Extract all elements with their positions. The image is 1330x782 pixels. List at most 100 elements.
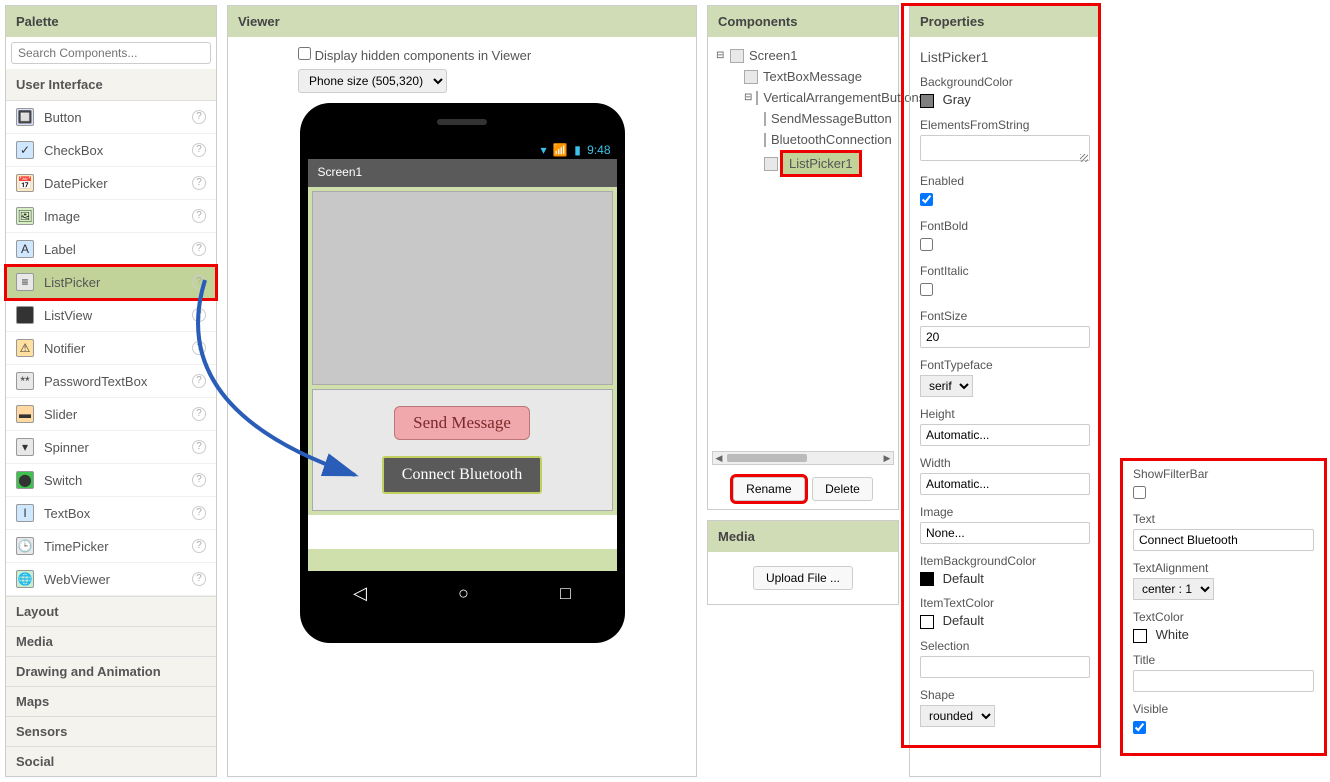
textcolor-swatch[interactable] [1133, 629, 1147, 643]
horizontal-scrollbar[interactable]: ◀▶ [712, 451, 894, 465]
palette-item-datepicker[interactable]: 📅DatePicker? [6, 167, 216, 200]
media-title: Media [708, 521, 898, 552]
search-input[interactable] [11, 42, 211, 64]
datepicker-icon: 📅 [16, 174, 34, 192]
switch-icon: ⬤ [16, 471, 34, 489]
help-icon[interactable]: ? [192, 176, 206, 190]
help-icon[interactable]: ? [192, 308, 206, 322]
rename-button[interactable]: Rename [733, 477, 804, 501]
palette-item-webviewer[interactable]: 🌐WebViewer? [6, 563, 216, 596]
prop-label-selection: Selection [920, 639, 1090, 653]
delete-button[interactable]: Delete [812, 477, 873, 501]
prop-fontbold-checkbox[interactable] [920, 238, 933, 251]
palette-category-media[interactable]: Media [6, 626, 216, 656]
prop-fontsize-input[interactable] [920, 326, 1090, 348]
palette-item-timepicker[interactable]: 🕒TimePicker? [6, 530, 216, 563]
recent-icon[interactable]: □ [560, 583, 571, 604]
prop-label-itembgcolor: ItemBackgroundColor [920, 554, 1090, 568]
prop-text-input[interactable] [1133, 529, 1314, 551]
listview-icon: ≣ [16, 306, 34, 324]
palette-item-button[interactable]: 🔲Button? [6, 101, 216, 134]
help-icon[interactable]: ? [192, 473, 206, 487]
prop-title-input[interactable] [1133, 670, 1314, 692]
prop-enabled-checkbox[interactable] [920, 193, 933, 206]
help-icon[interactable]: ? [192, 572, 206, 586]
prop-textcolor-value[interactable]: White [1156, 627, 1189, 642]
itemtextcolor-swatch[interactable] [920, 615, 934, 629]
tree-vertical-arrangement[interactable]: VerticalArrangementButtons [763, 90, 925, 105]
prop-visible-checkbox[interactable] [1133, 721, 1146, 734]
palette-item-image[interactable]: 🖼Image? [6, 200, 216, 233]
prop-bgcolor-value[interactable]: Gray [943, 92, 971, 107]
expand-icon[interactable]: ⊟ [716, 50, 726, 61]
palette-panel: Palette User Interface 🔲Button?✓CheckBox… [5, 5, 217, 777]
prop-height-input[interactable] [920, 424, 1090, 446]
tree-screen1[interactable]: Screen1 [749, 48, 797, 63]
prop-itembgcolor-value[interactable]: Default [943, 571, 984, 586]
help-icon[interactable]: ? [192, 275, 206, 289]
tree-send-button[interactable]: SendMessageButton [771, 111, 892, 126]
prop-width-input[interactable] [920, 473, 1090, 495]
prop-textalignment-select[interactable]: center : 1 [1133, 578, 1214, 600]
notifier-icon: ⚠ [16, 339, 34, 357]
prop-showfilterbar-checkbox[interactable] [1133, 486, 1146, 499]
palette-item-listpicker[interactable]: ≡ListPicker? [6, 266, 216, 299]
help-icon[interactable]: ? [192, 506, 206, 520]
prop-fontitalic-checkbox[interactable] [920, 283, 933, 296]
prop-label-title: Title [1133, 653, 1314, 667]
help-icon[interactable]: ? [192, 440, 206, 454]
help-icon[interactable]: ? [192, 374, 206, 388]
palette-item-checkbox[interactable]: ✓CheckBox? [6, 134, 216, 167]
hidden-components-checkbox[interactable]: Display hidden components in Viewer [298, 48, 531, 63]
prop-shape-select[interactable]: rounded [920, 705, 995, 727]
upload-file-button[interactable]: Upload File ... [753, 566, 853, 590]
palette-item-passwordtextbox[interactable]: **PasswordTextBox? [6, 365, 216, 398]
prop-itemtextcolor-value[interactable]: Default [943, 613, 984, 628]
prop-efs-input[interactable] [920, 135, 1090, 161]
tree-listpicker1[interactable]: ListPicker1 [783, 153, 859, 174]
phone-size-select[interactable]: Phone size (505,320) [298, 69, 447, 93]
palette-item-listview[interactable]: ≣ListView? [6, 299, 216, 332]
home-icon[interactable]: ○ [458, 583, 469, 604]
help-icon[interactable]: ? [192, 242, 206, 256]
expand-icon[interactable]: ⊟ [744, 92, 752, 103]
properties-panel: Properties ListPicker1 BackgroundColor G… [909, 5, 1101, 777]
send-message-button[interactable]: Send Message [394, 406, 530, 440]
palette-category-drawing-and-animation[interactable]: Drawing and Animation [6, 656, 216, 686]
vertical-arrangement-preview[interactable]: Send Message Connect Bluetooth [312, 389, 613, 511]
prop-image-input[interactable] [920, 522, 1090, 544]
tree-textbox[interactable]: TextBoxMessage [763, 69, 862, 84]
tree-bluetooth-connection[interactable]: BluetoothConnection [771, 132, 892, 147]
prop-label-bgcolor: BackgroundColor [920, 75, 1090, 89]
help-icon[interactable]: ? [192, 143, 206, 157]
prop-label-text: Text [1133, 512, 1314, 526]
palette-item-textbox[interactable]: ITextBox? [6, 497, 216, 530]
battery-icon: ▮ [574, 143, 581, 157]
prop-selection-input[interactable] [920, 656, 1090, 678]
help-icon[interactable]: ? [192, 341, 206, 355]
palette-item-slider[interactable]: ▬Slider? [6, 398, 216, 431]
textbox-message-preview[interactable] [312, 191, 613, 385]
prop-fonttypeface-select[interactable]: serif [920, 375, 973, 397]
help-icon[interactable]: ? [192, 209, 206, 223]
palette-item-spinner[interactable]: ▾Spinner? [6, 431, 216, 464]
bgcolor-swatch[interactable] [920, 94, 934, 108]
connect-bluetooth-button[interactable]: Connect Bluetooth [382, 456, 542, 494]
back-icon[interactable]: ◁ [353, 583, 367, 604]
textbox-icon: I [16, 504, 34, 522]
help-icon[interactable]: ? [192, 407, 206, 421]
prop-label-fonttypeface: FontTypeface [920, 358, 1090, 372]
help-icon[interactable]: ? [192, 539, 206, 553]
itembgcolor-swatch[interactable] [920, 572, 934, 586]
palette-category-sensors[interactable]: Sensors [6, 716, 216, 746]
palette-category-maps[interactable]: Maps [6, 686, 216, 716]
palette-category-layout[interactable]: Layout [6, 596, 216, 626]
palette-section-ui[interactable]: User Interface [6, 69, 216, 101]
palette-item-switch[interactable]: ⬤Switch? [6, 464, 216, 497]
palette-item-notifier[interactable]: ⚠Notifier? [6, 332, 216, 365]
help-icon[interactable]: ? [192, 110, 206, 124]
viewer-panel: Viewer Display hidden components in View… [227, 5, 697, 777]
palette-item-label[interactable]: ALabel? [6, 233, 216, 266]
signal-icon: 📶 [553, 143, 568, 157]
prop-label-width: Width [920, 456, 1090, 470]
